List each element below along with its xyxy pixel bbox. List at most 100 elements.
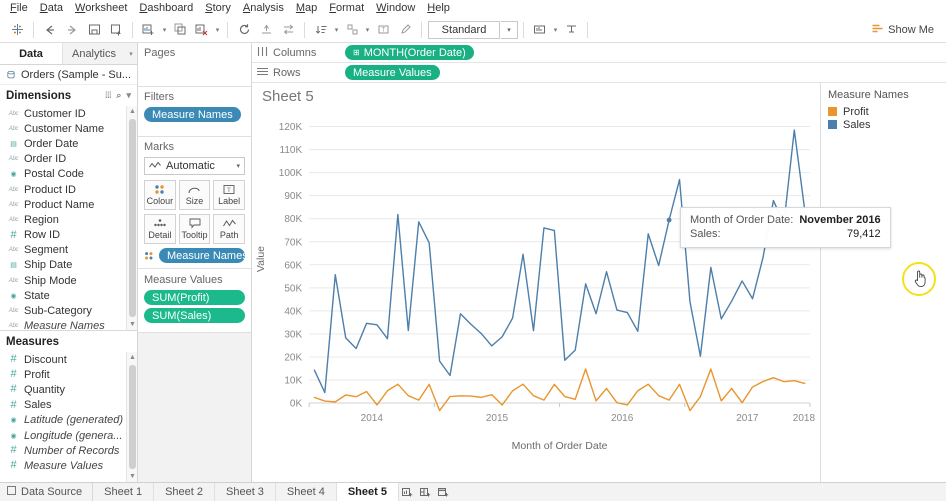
new-story-icon[interactable]	[435, 483, 453, 501]
forward-icon[interactable]	[61, 20, 83, 40]
mark-type-select[interactable]: Automatic ▾	[144, 157, 245, 175]
legend-item-sales[interactable]: Sales	[828, 118, 939, 131]
line-series-sales[interactable]	[314, 130, 804, 392]
group-dropdown-icon[interactable]: ▾	[363, 20, 372, 40]
scroll-up-icon[interactable]: ▲	[127, 352, 137, 363]
marks-pill-measure-names[interactable]: Measure Names	[159, 248, 245, 263]
tab-data[interactable]: Data	[0, 43, 62, 64]
menu-format[interactable]: Format	[323, 1, 370, 15]
dimension-field-segment[interactable]: AbcSegment	[0, 243, 137, 258]
filters-card[interactable]: Filters Measure Names	[138, 87, 251, 137]
measure-field-profit[interactable]: #Profit	[0, 367, 137, 382]
fix-axes-icon[interactable]	[560, 20, 582, 40]
measure-field-measure-values[interactable]: #Measure Values	[0, 458, 137, 473]
measure-scrollbar[interactable]: ▲▼	[126, 352, 137, 482]
scroll-thumb[interactable]	[129, 119, 136, 317]
dimension-field-product-name[interactable]: AbcProduct Name	[0, 197, 137, 212]
new-worksheet-dropdown-icon[interactable]: ▾	[160, 20, 169, 40]
dimension-field-customer-name[interactable]: AbcCustomer Name	[0, 121, 137, 136]
dimensions-list[interactable]: AbcCustomer IDAbcCustomer Name▤Order Dat…	[0, 106, 137, 330]
dimension-field-row-id[interactable]: #Row ID	[0, 228, 137, 243]
measure-field-discount[interactable]: #Discount	[0, 352, 137, 367]
labels-icon[interactable]: T	[372, 20, 394, 40]
search-icon[interactable]: ⌕	[116, 90, 121, 101]
sheet-tab-sheet-3[interactable]: Sheet 3	[215, 483, 276, 501]
scroll-down-icon[interactable]: ▼	[127, 471, 137, 482]
menu-help[interactable]: Help	[421, 1, 456, 15]
dimension-field-product-id[interactable]: AbcProduct ID	[0, 182, 137, 197]
worksheet-canvas[interactable]: Sheet 5 0K10K20K30K40K50K60K70K80K90K100…	[252, 83, 820, 482]
new-worksheet-icon[interactable]	[138, 20, 160, 40]
menu-story[interactable]: Story	[199, 1, 237, 15]
new-worksheet-icon[interactable]	[399, 483, 417, 501]
dimension-field-order-id[interactable]: AbcOrder ID	[0, 152, 137, 167]
show-me-button[interactable]: Show Me	[868, 21, 938, 39]
data-source-item[interactable]: Orders (Sample - Su...	[0, 65, 137, 85]
duplicate-icon[interactable]	[169, 20, 191, 40]
columns-shelf[interactable]: Columns ⊞ MONTH(Order Date)	[252, 43, 946, 63]
refresh-icon[interactable]	[233, 20, 255, 40]
sheet-tab-sheet-1[interactable]: Sheet 1	[93, 483, 154, 501]
sheet-tab-sheet-2[interactable]: Sheet 2	[154, 483, 215, 501]
marks-tooltip-button[interactable]: Tooltip	[179, 214, 211, 244]
dimensions-menu-icon[interactable]: ▾	[126, 90, 131, 101]
marks-label-button[interactable]: T Label	[213, 180, 245, 210]
dimension-field-measure-names[interactable]: AbcMeasure Names	[0, 319, 137, 330]
rows-shelf[interactable]: Rows Measure Values	[252, 63, 946, 83]
line-chart[interactable]: 0K10K20K30K40K50K60K70K80K90K100K110K120…	[252, 109, 820, 459]
dimension-field-region[interactable]: AbcRegion	[0, 212, 137, 227]
back-icon[interactable]	[39, 20, 61, 40]
clear-sheet-dropdown-icon[interactable]: ▾	[213, 20, 222, 40]
measure-value-pill-sales[interactable]: SUM(Sales)	[144, 308, 245, 323]
group-by-folder-icon[interactable]: ⦙⦙⦙	[105, 90, 111, 101]
sort-dropdown-icon[interactable]: ▾	[332, 20, 341, 40]
measure-field-sales[interactable]: #Sales	[0, 398, 137, 413]
dimension-field-customer-id[interactable]: AbcCustomer ID	[0, 106, 137, 121]
tableau-logo-icon[interactable]	[6, 20, 28, 40]
fit-axes-dropdown-icon[interactable]: ▾	[551, 20, 560, 40]
sheet-tab-sheet-5[interactable]: Sheet 5	[337, 483, 399, 501]
marks-size-button[interactable]: Size	[179, 180, 211, 210]
mark-type-caret-icon[interactable]: ▾	[236, 162, 240, 170]
fit-select-caret-icon[interactable]: ▾	[501, 21, 518, 39]
dimension-field-sub-category[interactable]: AbcSub-Category	[0, 303, 137, 318]
dimension-field-ship-date[interactable]: ▤Ship Date	[0, 258, 137, 273]
new-dashboard-icon[interactable]	[417, 483, 435, 501]
dimension-field-ship-mode[interactable]: AbcShip Mode	[0, 273, 137, 288]
marks-colour-button[interactable]: Colour	[144, 180, 176, 210]
measures-list[interactable]: #Discount#Profit#Quantity#Sales◉Latitude…	[0, 352, 137, 482]
pause-updates-icon[interactable]	[255, 20, 277, 40]
highlighted-mark[interactable]	[667, 218, 672, 223]
measure-field-latitude-generated[interactable]: ◉Latitude (generated)	[0, 413, 137, 428]
scroll-up-icon[interactable]: ▲	[127, 106, 137, 117]
measure-value-pill-profit[interactable]: SUM(Profit)	[144, 290, 245, 305]
new-data-source-icon[interactable]	[105, 20, 127, 40]
group-icon[interactable]	[341, 20, 363, 40]
menu-data[interactable]: Data	[34, 1, 69, 15]
menu-file[interactable]: File	[4, 1, 34, 15]
measure-field-number-of-records[interactable]: #Number of Records	[0, 443, 137, 458]
rows-pill-measure-values[interactable]: Measure Values	[345, 65, 440, 80]
pill-expand-icon[interactable]: ⊞	[353, 48, 360, 57]
data-source-tab[interactable]: Data Source	[0, 483, 93, 501]
sort-asc-icon[interactable]	[310, 20, 332, 40]
dimension-field-postal-code[interactable]: ◉Postal Code	[0, 167, 137, 182]
menu-map[interactable]: Map	[290, 1, 323, 15]
marks-detail-button[interactable]: Detail	[144, 214, 176, 244]
measure-field-longitude-genera[interactable]: ◉Longitude (genera...	[0, 428, 137, 443]
sheet-tab-sheet-4[interactable]: Sheet 4	[276, 483, 337, 501]
marks-path-button[interactable]: Path	[213, 214, 245, 244]
clear-sheet-icon[interactable]	[191, 20, 213, 40]
data-pane-menu-icon[interactable]: ▾	[125, 43, 137, 64]
swap-axes-icon[interactable]	[277, 20, 299, 40]
menu-dashboard[interactable]: Dashboard	[133, 1, 199, 15]
menu-analysis[interactable]: Analysis	[237, 1, 290, 15]
save-icon[interactable]	[83, 20, 105, 40]
measure-field-quantity[interactable]: #Quantity	[0, 382, 137, 397]
tab-analytics[interactable]: Analytics	[62, 43, 125, 64]
scroll-thumb[interactable]	[129, 365, 136, 469]
fit-select[interactable]: Standard	[428, 21, 500, 39]
highlight-icon[interactable]	[394, 20, 416, 40]
menu-worksheet[interactable]: Worksheet	[69, 1, 133, 15]
dimension-field-state[interactable]: ◉State	[0, 288, 137, 303]
